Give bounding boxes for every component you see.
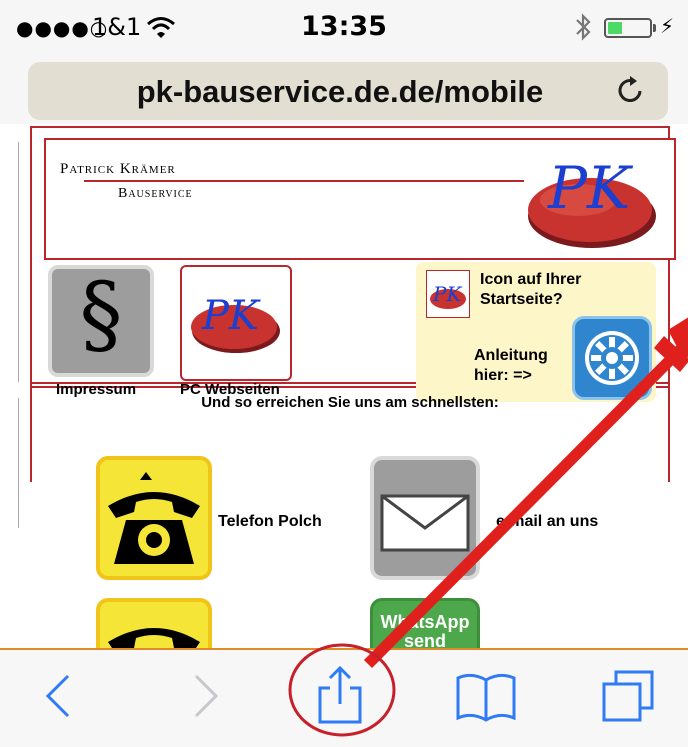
reload-icon[interactable] (616, 74, 646, 106)
tabs-icon[interactable] (596, 664, 660, 728)
battery-nub (653, 24, 656, 32)
divider (18, 398, 19, 528)
instructions-gear-button[interactable] (572, 316, 652, 400)
pk-logo-text: PK (432, 282, 462, 306)
pk-logo-icon: PK (191, 293, 280, 353)
forward-chevron-icon[interactable] (170, 664, 234, 728)
paragraph-icon: § (79, 265, 123, 365)
telephone-icon (108, 472, 200, 564)
bluetooth-icon (576, 13, 591, 41)
impressum-button[interactable]: § (48, 265, 154, 377)
pk-mini-icon: PK (426, 270, 470, 318)
instructions-label: Anleitung hier: => (474, 347, 548, 384)
battery-icon (604, 18, 652, 38)
divider (18, 142, 19, 382)
url-text[interactable]: pk-bauservice.de.de/mobile (28, 74, 652, 110)
email-label[interactable]: e-mail an uns (496, 513, 598, 531)
brand-subtitle: Bauservice (118, 186, 193, 201)
battery-level-fill (608, 22, 622, 34)
homescreen-hint-title: Icon auf Ihrer Startseite? (480, 271, 582, 308)
status-bar: ●●●●○ 1&1 13:35 ⚡ (0, 0, 688, 56)
envelope-icon (380, 494, 470, 552)
pk-logo[interactable]: PK (520, 142, 660, 252)
phone-polch-label[interactable]: Telefon Polch (218, 513, 322, 531)
pk-logo-text: PK (201, 293, 261, 339)
bookmarks-icon[interactable] (454, 664, 518, 728)
phone-polch-button[interactable] (96, 456, 212, 580)
pk-logo-text: PK (547, 154, 634, 222)
pc-webseiten-button[interactable]: PK (180, 265, 292, 381)
back-chevron-icon[interactable] (30, 664, 94, 728)
email-button[interactable] (370, 456, 480, 580)
share-icon[interactable] (308, 664, 372, 728)
charging-bolt-icon: ⚡ (660, 14, 675, 38)
contact-heading: Und so erreichen Sie uns am schnellsten: (201, 394, 499, 411)
brand-name: Patrick Krämer (60, 161, 176, 177)
brand-underline (84, 180, 524, 182)
